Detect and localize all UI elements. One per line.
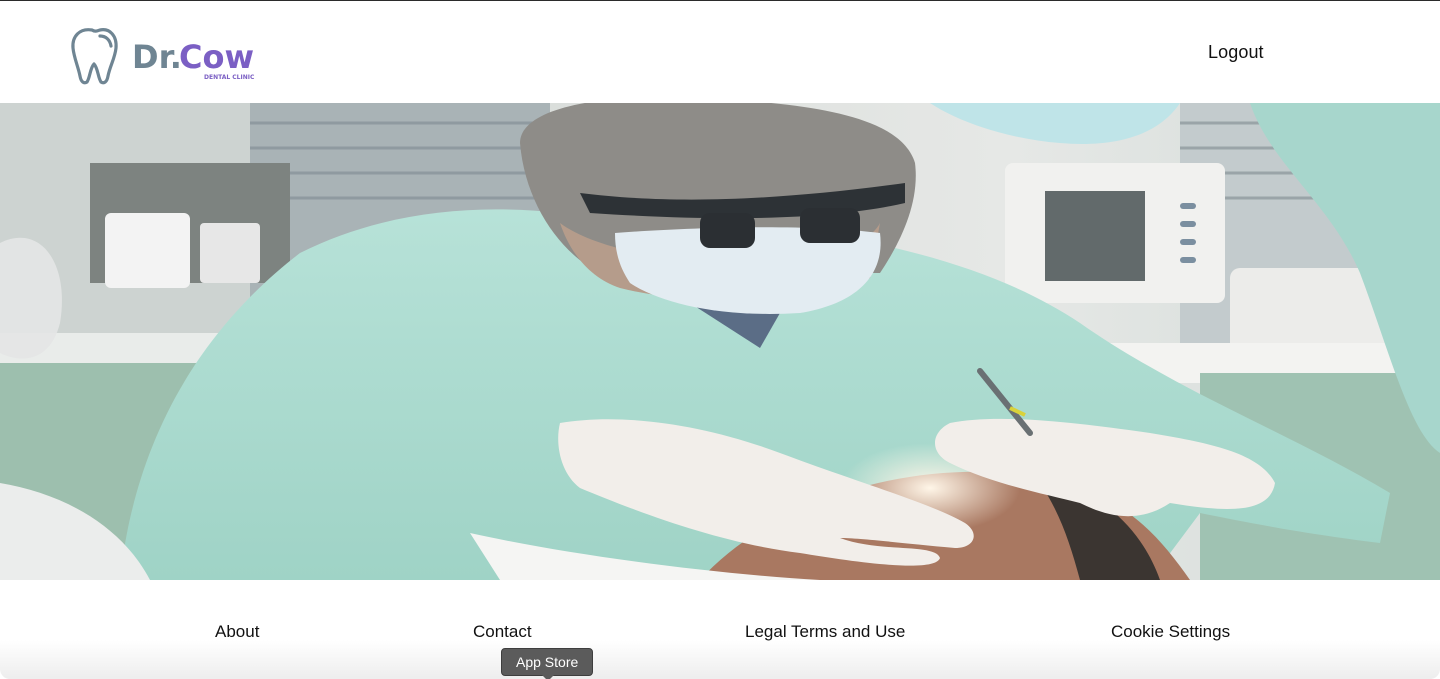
dock-shadow: [0, 640, 1440, 679]
site-footer: About Contact Legal Terms and Use Cookie…: [0, 580, 1440, 679]
dentist-photo: [0, 103, 1440, 580]
footer-link-contact[interactable]: Contact: [473, 622, 532, 642]
tooth-icon: [71, 28, 118, 85]
logo-dr-text: Dr.: [132, 38, 182, 76]
app-window: Dr. Cow DENTAL CLINIC Logout About Conta…: [0, 0, 1440, 679]
footer-link-about[interactable]: About: [215, 622, 259, 642]
footer-link-cookie-settings[interactable]: Cookie Settings: [1111, 622, 1230, 642]
hero-image: [0, 103, 1440, 580]
logo-cow-text: Cow: [179, 38, 254, 76]
logout-link[interactable]: Logout: [1208, 42, 1264, 63]
app-store-tooltip: App Store: [501, 648, 594, 679]
site-header: Dr. Cow DENTAL CLINIC Logout: [0, 1, 1440, 103]
clinic-logo[interactable]: Dr. Cow DENTAL CLINIC: [70, 24, 270, 88]
footer-link-legal[interactable]: Legal Terms and Use: [745, 622, 905, 642]
logo-tagline: DENTAL CLINIC: [204, 74, 255, 81]
